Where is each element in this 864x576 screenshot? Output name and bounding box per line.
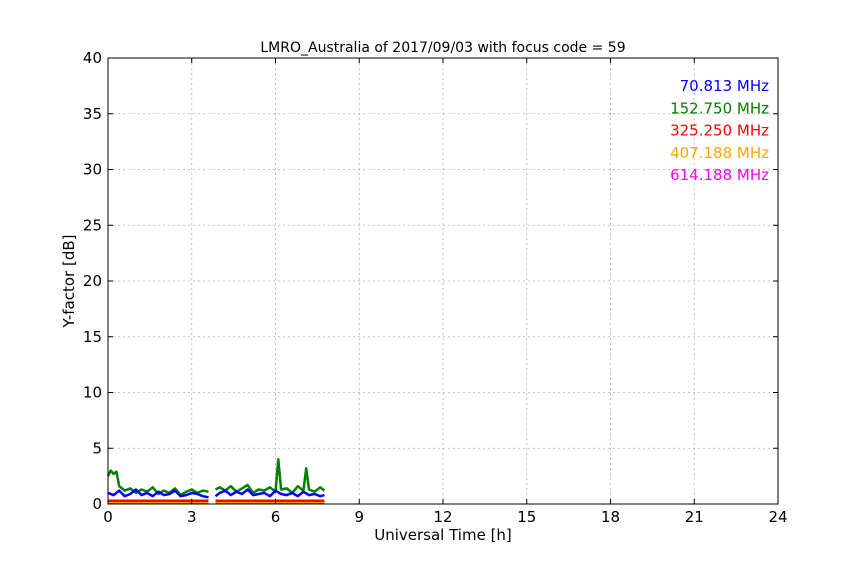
y-tick-label: 30	[83, 161, 102, 179]
y-tick-label: 10	[83, 384, 102, 402]
y-tick-label: 5	[92, 439, 102, 457]
legend-entry-4: 614.188 MHz	[670, 166, 769, 184]
legend-entry-1: 152.750 MHz	[670, 99, 769, 117]
y-tick-label: 40	[83, 49, 102, 67]
y-tick-label: 0	[92, 495, 102, 513]
y-tick-label: 15	[83, 328, 102, 346]
legend-entry-0: 70.813 MHz	[680, 77, 769, 95]
legend-entry-2: 325.250 MHz	[670, 122, 769, 140]
x-tick-label: 24	[768, 508, 787, 526]
legend-entry-3: 407.188 MHz	[670, 144, 769, 162]
x-axis-label: Universal Time [h]	[374, 526, 512, 544]
x-tick-label: 0	[103, 508, 113, 526]
chart-title: LMRO_Australia of 2017/09/03 with focus …	[260, 40, 625, 56]
x-tick-label: 15	[517, 508, 536, 526]
chart: LMRO_Australia of 2017/09/03 with focus …	[0, 0, 864, 576]
x-tick-label: 9	[354, 508, 364, 526]
y-tick-label: 20	[83, 272, 102, 290]
y-axis-label: Y-factor [dB]	[60, 234, 78, 328]
y-tick-label: 25	[83, 216, 102, 234]
y-tick-label: 35	[83, 105, 102, 123]
legend: 70.813 MHz 152.750 MHz 325.250 MHz 407.188 …	[670, 77, 769, 184]
x-tick-label: 3	[187, 508, 197, 526]
x-tick-label: 6	[271, 508, 281, 526]
x-tick-label: 18	[601, 508, 620, 526]
x-tick-label: 12	[433, 508, 452, 526]
x-tick-label: 21	[685, 508, 704, 526]
